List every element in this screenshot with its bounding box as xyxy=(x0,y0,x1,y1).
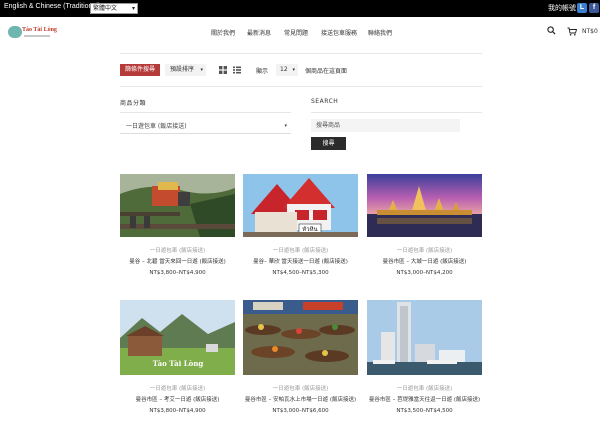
product-category: 一日遊包車 (飯店接送) xyxy=(396,248,453,254)
search-input[interactable] xyxy=(311,119,460,132)
product-title[interactable]: 曼谷– 華欣 當天接送一日遊 (飯店接送) xyxy=(237,257,364,265)
chevron-down-icon: ▾ xyxy=(200,67,203,73)
per-page-note: 個商品在這頁面 xyxy=(305,68,348,75)
top-bar: English & Chinese (Traditional) 繁體中文 ▾ 我… xyxy=(0,0,600,17)
cart-total[interactable]: NT$0 xyxy=(582,28,598,35)
my-account-link[interactable]: 我的帳號 xyxy=(548,3,576,13)
grid-view-icon[interactable] xyxy=(219,66,227,74)
product-image-farm[interactable]: Tào Tài Lòng xyxy=(120,300,235,375)
show-label: 顯示 xyxy=(256,68,269,75)
product-title[interactable]: 曼谷市區 – 大城一日遊 (飯店接送) xyxy=(361,257,488,265)
line-icon[interactable]: L xyxy=(577,3,587,13)
sort-select-value: 預設排序 xyxy=(170,66,195,73)
product-price: NT$3,800–NT$4,900 xyxy=(149,270,206,276)
cart-icon[interactable] xyxy=(567,27,577,36)
search-button[interactable]: 搜尋 xyxy=(311,137,346,150)
logo-tagline xyxy=(24,35,50,37)
product-title[interactable]: 曼谷市區 – 芭堤雅當天往返一日遊 (飯店接送) xyxy=(361,395,488,403)
per-page-value: 12 xyxy=(280,66,288,73)
product-price: NT$3,000–NT$6,600 xyxy=(272,408,329,414)
category-title: 商品分類 xyxy=(120,100,147,107)
product-title[interactable]: 曼谷市區 – 安帕瓦水上市場一日遊 (飯店接送) xyxy=(237,395,364,403)
category-select-value: 一日遊包車 (飯店接送) xyxy=(126,123,187,130)
sort-select[interactable]: 預設排序 ▾ xyxy=(165,64,206,76)
nav-about[interactable]: 關於我們 xyxy=(211,28,235,37)
product-category: 一日遊包車 (飯店接送) xyxy=(149,386,206,392)
per-page-select[interactable]: 12 ▾ xyxy=(276,64,298,76)
svg-text:หัวหิน: หัวหิน xyxy=(302,226,317,233)
site-logo[interactable]: Tào Tài Lòng xyxy=(8,24,57,40)
product-title[interactable]: 曼谷 – 北碧 當天來回一日遊 (飯店接送) xyxy=(114,257,241,265)
product-category: 一日遊包車 (飯店接送) xyxy=(149,248,206,254)
nav-faq[interactable]: 常見問題 xyxy=(284,28,308,37)
filter-search-button[interactable]: 篩條件搜尋 xyxy=(120,64,160,76)
search-icon[interactable] xyxy=(547,26,556,35)
category-select[interactable]: 一日遊包車 (飯店接送) ▾ xyxy=(120,120,291,134)
language-select-value: 繁體中文 xyxy=(93,5,118,12)
list-view-icon[interactable] xyxy=(233,66,241,74)
product-category: 一日遊包車 (飯店接送) xyxy=(272,386,329,392)
language-label: English & Chinese (Traditional) xyxy=(4,3,101,10)
product-price: NT$3,000–NT$4,200 xyxy=(396,270,453,276)
chevron-down-icon: ▾ xyxy=(292,67,295,73)
language-select[interactable]: 繁體中文 ▾ xyxy=(90,3,138,14)
product-image-market[interactable] xyxy=(243,300,358,375)
product-price: NT$4,500–NT$5,300 xyxy=(272,270,329,276)
toolbar-top-divider xyxy=(120,53,482,54)
product-category: 一日遊包車 (飯店接送) xyxy=(272,248,329,254)
product-image-pattaya[interactable] xyxy=(367,300,482,375)
chevron-down-icon: ▾ xyxy=(284,123,287,129)
nav-news[interactable]: 最新消息 xyxy=(247,28,271,37)
chevron-down-icon: ▾ xyxy=(131,5,135,12)
product-title[interactable]: 曼谷市區 – 考艾一日遊 (飯店接送) xyxy=(114,395,241,403)
logo-text: Tào Tài Lòng xyxy=(22,27,57,33)
facebook-icon[interactable]: f xyxy=(589,3,599,13)
elephant-logo-icon xyxy=(8,26,22,38)
nav-transfer-service[interactable]: 接送包車服務 xyxy=(321,28,357,37)
product-image-temple[interactable] xyxy=(367,174,482,237)
watermark-text: Tào Tài Lòng xyxy=(153,359,204,368)
toolbar-bottom-divider xyxy=(120,86,482,87)
product-price: NT$3,500–NT$4,500 xyxy=(396,408,453,414)
search-title: SEARCH xyxy=(311,98,339,105)
category-divider xyxy=(120,112,291,113)
nav-contact[interactable]: 聯絡我們 xyxy=(368,28,392,37)
product-category: 一日遊包車 (飯店接送) xyxy=(396,386,453,392)
product-image-train[interactable] xyxy=(120,174,235,237)
search-divider xyxy=(311,112,482,113)
product-price: NT$3,800–NT$4,900 xyxy=(149,408,206,414)
product-image-station[interactable]: หัวหิน xyxy=(243,174,358,237)
